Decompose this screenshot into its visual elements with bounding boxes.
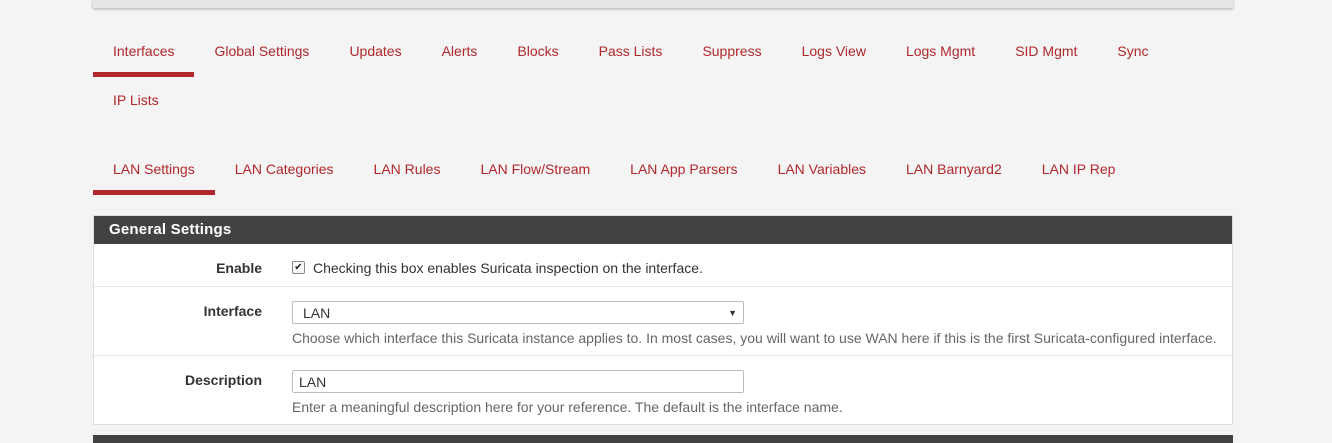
next-panel-heading — [93, 435, 1233, 443]
tab-alerts[interactable]: Alerts — [422, 30, 498, 79]
sub-tab-bar: LAN Settings LAN Categories LAN Rules LA… — [93, 148, 1233, 195]
tab-ip-lists[interactable]: IP Lists — [93, 79, 179, 128]
tab-lan-variables[interactable]: LAN Variables — [758, 148, 886, 195]
interface-label: Interface — [203, 303, 262, 319]
interface-row: Interface LAN ▼ Choose which interface t… — [94, 287, 1232, 356]
tab-sync[interactable]: Sync — [1097, 30, 1168, 79]
tab-updates[interactable]: Updates — [329, 30, 421, 79]
main-tab-bar: Interfaces Global Settings Updates Alert… — [93, 30, 1233, 128]
tab-logs-mgmt[interactable]: Logs Mgmt — [886, 30, 995, 79]
interface-value: LAN ▼ Choose which interface this Surica… — [292, 287, 1232, 355]
panel-title: General Settings — [94, 216, 1232, 244]
checkmark-icon: ✔ — [294, 261, 303, 273]
tab-blocks[interactable]: Blocks — [497, 30, 578, 79]
description-value: LAN Enter a meaningful description here … — [292, 356, 1232, 424]
caret-down-icon: ▼ — [728, 307, 737, 318]
tab-lan-rules[interactable]: LAN Rules — [354, 148, 461, 195]
interface-select[interactable]: LAN ▼ — [292, 301, 744, 324]
tab-lan-barnyard2[interactable]: LAN Barnyard2 — [886, 148, 1022, 195]
tab-global-settings[interactable]: Global Settings — [194, 30, 329, 79]
enable-value: ✔ Checking this box enables Suricata ins… — [292, 244, 1232, 286]
description-input-value: LAN — [299, 373, 327, 390]
tab-lan-settings[interactable]: LAN Settings — [93, 148, 215, 195]
top-header-bar — [93, 0, 1233, 8]
description-row: Description LAN Enter a meaningful descr… — [94, 356, 1232, 424]
interface-select-value: LAN — [303, 304, 331, 321]
tab-sid-mgmt[interactable]: SID Mgmt — [995, 30, 1097, 79]
tab-logs-view[interactable]: Logs View — [782, 30, 886, 79]
enable-checkbox-text: Checking this box enables Suricata inspe… — [313, 260, 703, 276]
description-help-text: Enter a meaningful description here for … — [292, 399, 843, 415]
enable-checkbox[interactable]: ✔ — [292, 261, 305, 274]
tab-suppress[interactable]: Suppress — [682, 30, 781, 79]
enable-row: Enable ✔ Checking this box enables Suric… — [94, 244, 1232, 287]
tab-pass-lists[interactable]: Pass Lists — [579, 30, 683, 79]
tab-interfaces[interactable]: Interfaces — [93, 30, 195, 77]
enable-label: Enable — [216, 260, 262, 276]
tab-lan-ip-rep[interactable]: LAN IP Rep — [1022, 148, 1136, 195]
tab-lan-categories[interactable]: LAN Categories — [215, 148, 354, 195]
description-input[interactable]: LAN — [292, 370, 744, 393]
interface-help-text: Choose which interface this Suricata ins… — [292, 330, 1217, 346]
general-settings-panel: General Settings Enable ✔ Checking this … — [93, 215, 1233, 425]
tab-lan-flow-stream[interactable]: LAN Flow/Stream — [460, 148, 610, 195]
tab-lan-app-parsers[interactable]: LAN App Parsers — [610, 148, 757, 195]
description-label: Description — [184, 372, 262, 388]
